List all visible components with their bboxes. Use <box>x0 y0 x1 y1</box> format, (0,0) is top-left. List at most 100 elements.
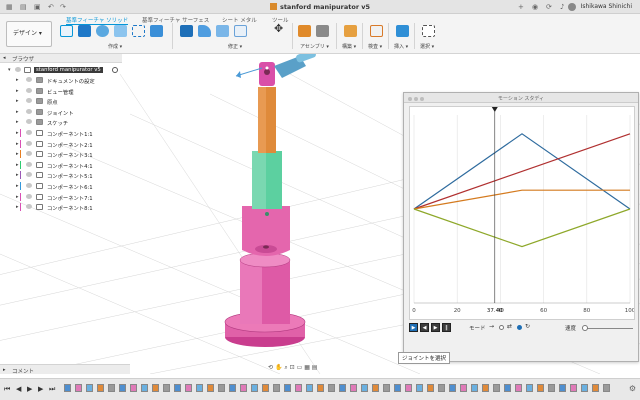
visibility-icon[interactable] <box>26 183 32 188</box>
timeline-feature-icon[interactable] <box>174 384 181 392</box>
collapse-icon[interactable]: ◂ <box>3 55 6 61</box>
expand-icon[interactable]: ▸ <box>16 119 19 125</box>
shell-icon[interactable] <box>234 25 247 37</box>
visibility-icon[interactable] <box>26 98 32 104</box>
visibility-icon[interactable] <box>26 161 32 167</box>
step-back-icon[interactable]: ◀ <box>420 323 429 332</box>
timeline-feature-icon[interactable] <box>207 384 214 392</box>
group-assemble[interactable]: アセンブリ ▾ <box>300 43 329 50</box>
timeline-feature-icon[interactable] <box>482 384 489 392</box>
chamfer-icon[interactable] <box>216 25 229 37</box>
timeline-feature-icon[interactable] <box>317 384 324 392</box>
expand-icon[interactable]: ▸ <box>16 109 19 115</box>
visibility-icon[interactable] <box>26 193 32 199</box>
visibility-icon[interactable] <box>26 130 32 135</box>
timeline-feature-icon[interactable] <box>328 384 335 392</box>
timeline-feature-icon[interactable] <box>108 384 115 392</box>
browser-item[interactable]: ▸ スケッチ <box>0 117 122 127</box>
last-icon[interactable]: ⏭ <box>49 385 55 394</box>
avatar[interactable] <box>568 3 576 11</box>
move-icon[interactable]: ✥ <box>274 23 283 34</box>
workspace-dropdown[interactable]: デザイン ▾ <box>6 21 52 47</box>
tab-sheet-metal[interactable]: シート メタル <box>222 16 257 24</box>
timeline-feature-icon[interactable] <box>449 384 456 392</box>
expand-icon[interactable]: ▸ <box>16 183 19 189</box>
timeline-feature-icon[interactable] <box>86 384 93 392</box>
browser-item[interactable]: ▸ ドキュメントの設定 <box>0 75 122 85</box>
pause-icon[interactable]: ‖ <box>442 323 451 332</box>
refresh-icon[interactable]: ⟳ <box>546 3 552 11</box>
timeline-feature-icon[interactable] <box>504 384 511 392</box>
timeline-feature-icon[interactable] <box>141 384 148 392</box>
press-pull-icon[interactable] <box>180 25 193 37</box>
prev-icon[interactable]: ◀ <box>16 385 21 393</box>
expand-icon[interactable]: ▸ <box>16 194 19 200</box>
timeline-feature-icon[interactable] <box>427 384 434 392</box>
timeline-feature-icon[interactable] <box>493 384 500 392</box>
browser-item[interactable]: ▸ コンポーネント3:1 <box>0 149 122 159</box>
browser-item[interactable]: ▸ ジョイント <box>0 107 122 117</box>
group-select[interactable]: 選択 ▾ <box>420 43 434 50</box>
orbit-icon[interactable]: ⟲ <box>268 364 273 371</box>
browser-item[interactable]: ▸ コンポーネント7:1 <box>0 192 122 202</box>
activate-icon[interactable] <box>112 67 118 73</box>
expand-icon[interactable]: ▸ <box>16 77 19 83</box>
timeline-feature-icon[interactable] <box>163 384 170 392</box>
timeline-feature-icon[interactable] <box>152 384 159 392</box>
timeline-feature-icon[interactable] <box>383 384 390 392</box>
display-icon[interactable]: ▭ <box>297 364 303 371</box>
joint-icon[interactable] <box>316 25 329 37</box>
timeline-feature-icon[interactable] <box>75 384 82 392</box>
speed-slider[interactable] <box>583 328 633 329</box>
timeline-feature-icon[interactable] <box>306 384 313 392</box>
visibility-icon[interactable] <box>26 87 32 93</box>
motion-chart[interactable]: 0 20 40 60 80 10037.40 <box>410 107 636 319</box>
timeline-feature-icon[interactable] <box>394 384 401 392</box>
fillet-icon[interactable] <box>198 25 211 37</box>
timeline-feature-icon[interactable] <box>64 384 71 392</box>
timeline-feature-icon[interactable] <box>603 384 610 392</box>
new-sketch-icon[interactable] <box>60 25 73 37</box>
offset-plane-icon[interactable] <box>344 25 357 37</box>
mode-once-radio[interactable] <box>499 325 504 330</box>
timeline-feature-icon[interactable] <box>405 384 412 392</box>
timeline-feature-icon[interactable] <box>372 384 379 392</box>
timeline-feature-icon[interactable] <box>251 384 258 392</box>
expand-icon[interactable]: ▸ <box>16 98 19 104</box>
group-modify[interactable]: 修正 ▾ <box>228 43 242 50</box>
timeline-feature-icon[interactable] <box>471 384 478 392</box>
browser-item[interactable]: ▸ コンポーネント5:1 <box>0 170 122 180</box>
measure-icon[interactable] <box>370 25 383 37</box>
group-inspect[interactable]: 検査 ▾ <box>368 43 382 50</box>
grid-icon[interactable]: ▦ <box>304 364 310 371</box>
play-icon[interactable]: ▶ <box>409 323 418 332</box>
mode-loop-radio[interactable] <box>517 325 522 330</box>
timeline-feature-icon[interactable] <box>526 384 533 392</box>
layout-icon[interactable]: ▤ <box>312 364 318 371</box>
browser-item[interactable]: ▸ 原点 <box>0 96 122 106</box>
user-name[interactable]: Ishikawa Shinichi <box>581 3 632 10</box>
expand-icon[interactable]: ▸ <box>16 162 19 168</box>
robot-model[interactable] <box>224 49 317 347</box>
speed-slider-knob[interactable] <box>582 325 588 331</box>
browser-root[interactable]: ▾ stanford manipurator v5 <box>0 65 122 75</box>
timeline-feature-icon[interactable] <box>361 384 368 392</box>
timeline-feature-icon[interactable] <box>416 384 423 392</box>
sweep-icon[interactable] <box>114 25 127 37</box>
expand-icon[interactable]: ▾ <box>8 67 11 73</box>
visibility-icon[interactable] <box>26 151 32 157</box>
timeline-feature-icon[interactable] <box>515 384 522 392</box>
timeline-feature-icon[interactable] <box>548 384 555 392</box>
timeline-feature-icon[interactable] <box>273 384 280 392</box>
extrude-icon[interactable] <box>78 25 91 37</box>
timeline-feature-icon[interactable] <box>97 384 104 392</box>
browser-item[interactable]: ▸ コンポーネント2:1 <box>0 139 122 149</box>
browser-item[interactable]: ▸ ビュー管理 <box>0 86 122 96</box>
tab-solid[interactable]: 基準フィーチャ ソリッド <box>66 16 129 25</box>
timeline-feature-icon[interactable] <box>295 384 302 392</box>
badge-icon[interactable]: ◉ <box>532 3 538 11</box>
group-create[interactable]: 作成 ▾ <box>108 43 122 50</box>
browser-item[interactable]: ▸ コンポーネント4:1 <box>0 160 122 170</box>
comment-collapse-icon[interactable]: ▸ <box>3 367 6 373</box>
timeline-settings-icon[interactable]: ⚙ <box>629 384 636 393</box>
